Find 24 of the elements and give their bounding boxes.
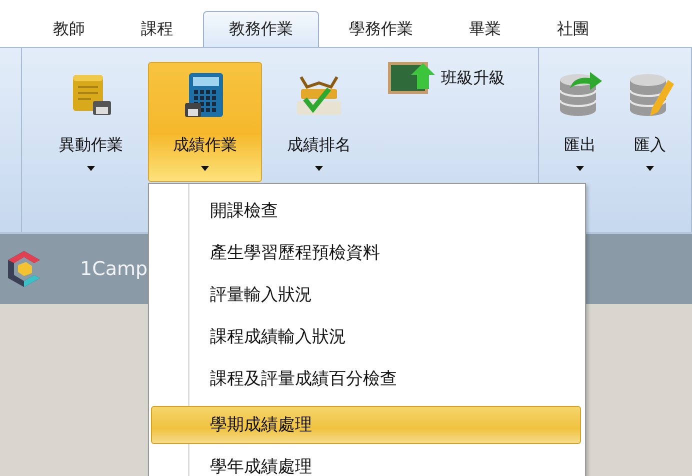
ribbon-button[interactable]: 匯出	[545, 62, 615, 182]
ribbon-tab[interactable]: 教務作業	[203, 11, 319, 47]
ribbon-tab[interactable]: 教師	[27, 11, 111, 47]
menu-item[interactable]: 開課檢查	[151, 190, 581, 232]
podium-check-icon	[295, 73, 344, 117]
menu-item[interactable]: 課程成績輸入狀況	[151, 316, 581, 358]
ribbon-button[interactable]: 成績作業	[148, 62, 262, 182]
app-title: 1Camp	[80, 258, 148, 280]
database-arrow-icon	[556, 72, 604, 118]
menu-item[interactable]: 學期成績處理	[151, 406, 581, 444]
ribbon-button[interactable]: 班級升級	[382, 60, 510, 96]
ribbon-tab[interactable]: 社團	[531, 11, 615, 47]
menu-item[interactable]: 評量輸入狀況	[151, 274, 581, 316]
ribbon-tab[interactable]: 課程	[115, 11, 199, 47]
ribbon-button[interactable]: 匯入	[615, 62, 685, 182]
menu-item[interactable]: 產生學習歷程預檢資料	[151, 232, 581, 274]
ribbon-tab[interactable]: 學務作業	[323, 11, 439, 47]
ribbon-button[interactable]: 異動作業	[34, 62, 148, 182]
database-pencil-icon	[626, 72, 674, 118]
hexagon-logo-icon	[6, 249, 42, 289]
ribbon-button[interactable]: 成績排名	[262, 62, 376, 182]
ribbon-tab[interactable]: 畢業	[443, 11, 527, 47]
menu-item[interactable]: 學年成績處理	[151, 446, 581, 476]
menu-item[interactable]: 課程及評量成績百分檢查	[151, 358, 581, 400]
